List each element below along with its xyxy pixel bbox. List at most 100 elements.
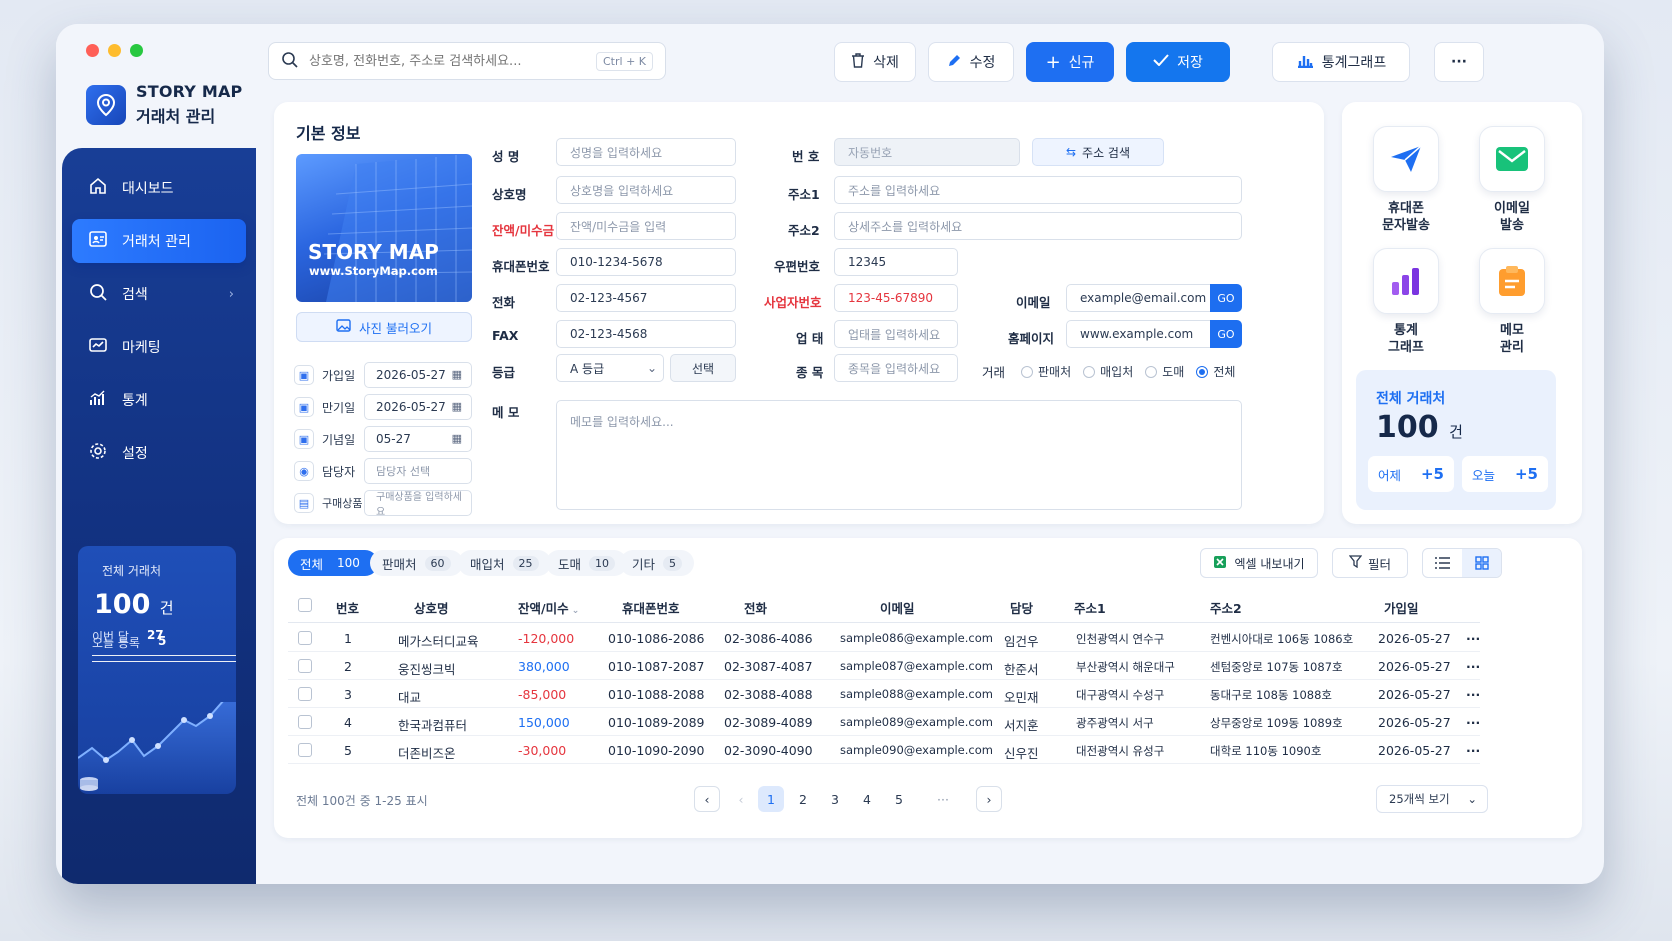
table-row[interactable]: 4 한국과컴퓨터 150,000 010-1089-2089 02-3089-4089 s…: [288, 708, 1480, 736]
nav-item-marketing[interactable]: 마케팅: [72, 325, 246, 369]
tab-buyer[interactable]: 매입처 25: [458, 550, 551, 576]
filter-button[interactable]: 필터: [1332, 548, 1408, 578]
trade-option-wholesale[interactable]: 도매: [1145, 363, 1184, 380]
trade-option-seller[interactable]: 판매처: [1021, 363, 1071, 380]
table-row[interactable]: 2 웅진씽크빅 380,000 010-1087-2087 02-3087-4087 sa…: [288, 652, 1480, 680]
tab-seller[interactable]: 판매처 60: [370, 550, 463, 576]
tab-all[interactable]: 전체 100: [288, 550, 378, 576]
tab-wholesale[interactable]: 도매 10: [546, 550, 628, 576]
nav-item-dashboard[interactable]: 대시보드: [72, 166, 246, 210]
nav-item-search[interactable]: 검색 ›: [72, 272, 246, 316]
app-logo[interactable]: STORY MAP 거래처 관리: [86, 82, 242, 127]
select-all-checkbox[interactable]: [298, 598, 312, 612]
sms-send-action[interactable]: 휴대폰 문자발송: [1372, 126, 1440, 234]
header-no[interactable]: 번호: [336, 598, 359, 617]
page-2[interactable]: 2: [790, 786, 816, 812]
minimize-window-button[interactable]: [108, 44, 121, 57]
edit-button[interactable]: 수정: [928, 42, 1014, 82]
header-company[interactable]: 상호명: [414, 598, 449, 617]
trade-option-buyer[interactable]: 매입처: [1083, 363, 1133, 380]
new-button[interactable]: + 신규: [1026, 42, 1114, 82]
email-go-button[interactable]: GO: [1210, 284, 1242, 312]
close-window-button[interactable]: [86, 44, 99, 57]
sort-icon[interactable]: ⌄: [569, 606, 580, 616]
excel-export-button[interactable]: 엑셀 내보내기: [1200, 548, 1318, 578]
memo-manage-action[interactable]: 메모 관리: [1478, 248, 1546, 356]
header-joined[interactable]: 가입일: [1384, 598, 1419, 617]
company-input[interactable]: 상호명을 입력하세요: [556, 176, 736, 204]
prev-page-button[interactable]: ‹: [694, 786, 720, 812]
nav-item-settings[interactable]: 설정: [72, 431, 246, 475]
table-row[interactable]: 3 대교 -85,000 010-1088-2088 02-3088-4088 sampl…: [288, 680, 1480, 708]
address2-input[interactable]: 상세주소를 입력하세요: [834, 212, 1242, 240]
fax-input[interactable]: 02-123-4568: [556, 320, 736, 348]
name-input[interactable]: 성명을 입력하세요: [556, 138, 736, 166]
load-photo-button[interactable]: 사진 불러오기: [296, 312, 472, 342]
memo-textarea[interactable]: 메모를 입력하세요...: [556, 400, 1242, 510]
item-input[interactable]: 종목을 입력하세요: [834, 354, 958, 382]
expire-date-input[interactable]: 2026-05-27 ▦: [364, 394, 472, 420]
stats-chart-button[interactable]: 통계그래프: [1272, 42, 1410, 82]
email-send-action[interactable]: 이메일 발송: [1478, 126, 1546, 234]
header-address2[interactable]: 주소2: [1210, 598, 1242, 617]
zip-input[interactable]: 12345: [834, 248, 958, 276]
row-checkbox[interactable]: [298, 743, 312, 757]
grade-select[interactable]: A 등급 ⌄: [556, 354, 664, 382]
search-input[interactable]: [309, 53, 599, 69]
row-more-button[interactable]: ···: [1466, 715, 1480, 730]
maximize-window-button[interactable]: [130, 44, 143, 57]
email-input[interactable]: example@email.com: [1066, 284, 1212, 312]
nav-label: 대시보드: [122, 181, 174, 197]
list-view-icon[interactable]: [1423, 549, 1462, 577]
page-1[interactable]: 1: [758, 786, 784, 812]
join-date-input[interactable]: 2026-05-27 ▦: [364, 362, 472, 388]
manager-select[interactable]: 담당자 선택: [364, 458, 472, 484]
homepage-input[interactable]: www.example.com: [1066, 320, 1212, 348]
phone-input[interactable]: 02-123-4567: [556, 284, 736, 312]
row-checkbox[interactable]: [298, 659, 312, 673]
page-size-select[interactable]: 25개씩 보기 ⌄: [1376, 785, 1488, 813]
save-button[interactable]: 저장: [1126, 42, 1230, 82]
page-4[interactable]: 4: [854, 786, 880, 812]
page-3[interactable]: 3: [822, 786, 848, 812]
header-mobile[interactable]: 휴대폰번호: [622, 598, 680, 617]
delete-button[interactable]: 삭제: [834, 42, 916, 82]
table-row[interactable]: 5 더존비즈온 -30,000 010-1090-2090 02-3090-4090 sa…: [288, 736, 1480, 764]
anniversary-input[interactable]: 05-27 ▦: [364, 426, 472, 452]
address-search-button[interactable]: ⇆ 주소 검색: [1032, 138, 1164, 166]
nav-item-stats[interactable]: 통계: [72, 378, 246, 422]
balance-input[interactable]: 잔액/미수금을 입력: [556, 212, 736, 240]
header-email[interactable]: 이메일: [880, 598, 915, 617]
header-manager[interactable]: 담당: [1010, 598, 1033, 617]
header-address1[interactable]: 주소1: [1074, 598, 1106, 617]
stats-graph-action[interactable]: 통계 그래프: [1372, 248, 1440, 356]
bizno-input[interactable]: 123-45-67890: [834, 284, 958, 312]
grade-select-button[interactable]: 선택: [670, 354, 736, 382]
address1-input[interactable]: 주소를 입력하세요: [834, 176, 1242, 204]
calendar-icon[interactable]: ▦: [452, 432, 462, 445]
search-box[interactable]: Ctrl + K: [268, 42, 666, 80]
row-more-button[interactable]: ···: [1466, 659, 1480, 674]
purchase-input[interactable]: 구매상품을 입력하세요: [364, 490, 472, 518]
row-more-button[interactable]: ···: [1466, 687, 1480, 702]
next-page-button[interactable]: ›: [976, 786, 1002, 812]
header-phone[interactable]: 전화: [744, 598, 767, 617]
row-checkbox[interactable]: [298, 631, 312, 645]
biztype-input[interactable]: 업태를 입력하세요: [834, 320, 958, 348]
page-5[interactable]: 5: [886, 786, 912, 812]
row-checkbox[interactable]: [298, 687, 312, 701]
grid-view-icon[interactable]: [1462, 549, 1501, 577]
tab-other[interactable]: 기타 5: [620, 550, 695, 576]
nav-item-clients[interactable]: 거래처 관리: [72, 219, 246, 263]
trade-option-all[interactable]: 전체: [1196, 363, 1235, 380]
row-checkbox[interactable]: [298, 715, 312, 729]
row-more-button[interactable]: ···: [1466, 631, 1480, 646]
calendar-icon[interactable]: ▦: [452, 368, 462, 381]
table-row[interactable]: 1 메가스터디교육 -120,000 010-1086-2086 02-3086-408…: [288, 624, 1480, 652]
header-balance[interactable]: 잔액/미수 ⌄: [518, 598, 579, 617]
row-more-button[interactable]: ···: [1466, 743, 1480, 758]
mobile-input[interactable]: 010-1234-5678: [556, 248, 736, 276]
more-options-button[interactable]: ···: [1434, 42, 1484, 82]
homepage-go-button[interactable]: GO: [1210, 320, 1242, 348]
calendar-icon[interactable]: ▦: [452, 400, 462, 413]
